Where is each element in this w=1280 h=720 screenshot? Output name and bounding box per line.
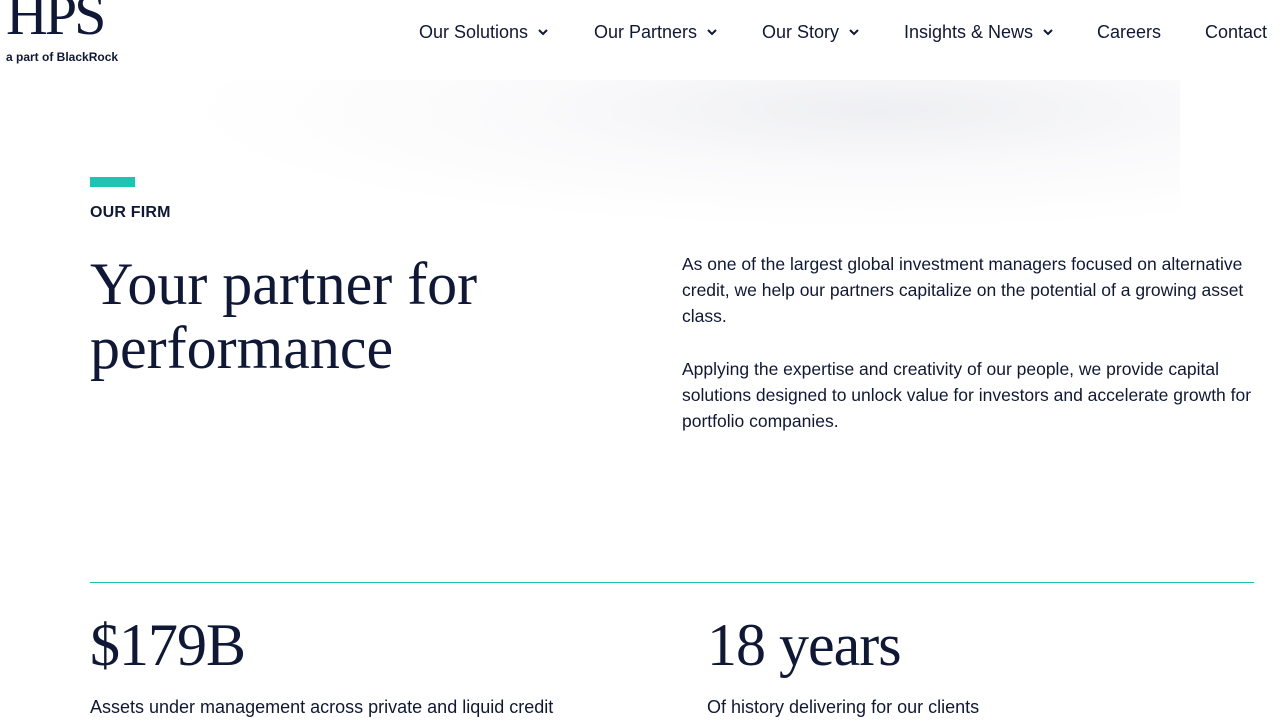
hero-shadow xyxy=(180,80,1180,230)
chevron-down-icon xyxy=(847,25,861,39)
nav-label: Our Solutions xyxy=(419,21,529,42)
nav-item-our-solutions[interactable]: Our Solutions xyxy=(419,19,550,45)
page-headline: Your partner for performance xyxy=(90,251,478,381)
chevron-down-icon xyxy=(705,25,719,39)
chevron-down-icon xyxy=(1041,25,1055,39)
nav-label: Contact xyxy=(1205,21,1268,42)
section-accent-bar xyxy=(90,177,135,187)
logo-subtitle: a part of BlackRock xyxy=(6,50,119,64)
nav-label: Our Story xyxy=(762,21,840,42)
intro-paragraph: As one of the largest global investment … xyxy=(682,254,1244,326)
nav-label: Insights & News xyxy=(904,21,1034,42)
nav-item-careers[interactable]: Careers xyxy=(1097,19,1161,45)
nav-item-our-partners[interactable]: Our Partners xyxy=(594,19,719,45)
nav-item-our-story[interactable]: Our Story xyxy=(762,19,861,45)
stat-value-aum: $179B xyxy=(90,612,246,678)
intro-paragraph: Applying the expertise and creativity of… xyxy=(682,359,1252,431)
section-eyebrow: OUR FIRM xyxy=(90,204,171,221)
nav-label: Careers xyxy=(1097,21,1162,42)
section-divider xyxy=(90,582,1254,583)
nav-item-contact[interactable]: Contact xyxy=(1205,19,1267,45)
nav-item-insights-news[interactable]: Insights & News xyxy=(904,19,1055,45)
nav-label: Our Partners xyxy=(594,21,698,42)
stat-value-years: 18 years xyxy=(707,612,902,678)
stat-label-aum: Assets under management across private a… xyxy=(90,697,554,717)
chevron-down-icon xyxy=(536,25,550,39)
site-header: HPS a part of BlackRock Our Solutions Ou… xyxy=(0,0,1280,80)
main-nav: Our Solutions Our Partners Our Story Ins… xyxy=(0,19,1280,45)
stat-label-years: Of history delivering for our clients xyxy=(707,697,980,717)
